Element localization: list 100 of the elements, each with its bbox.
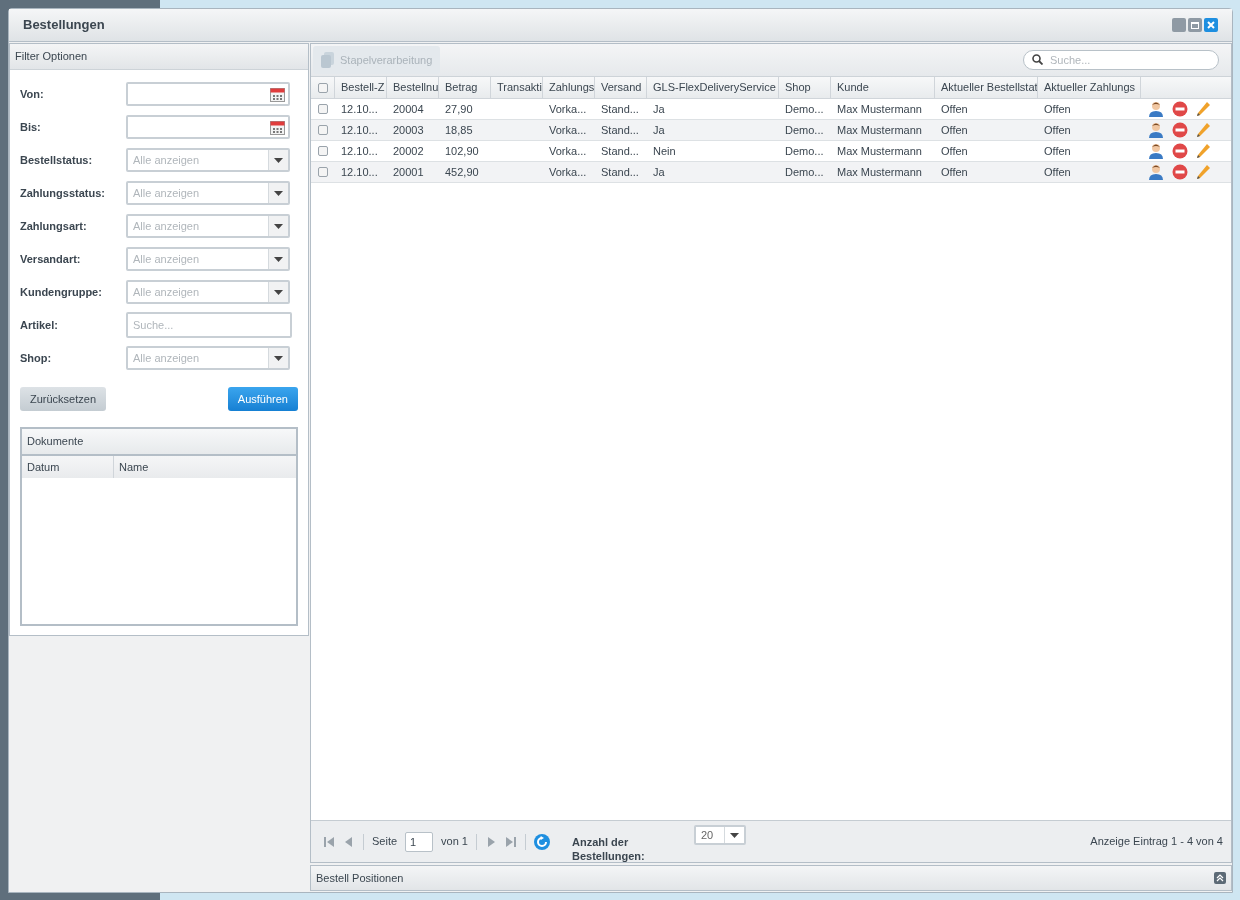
person-icon[interactable] [1148,122,1164,138]
panel-title: Filter Optionen [15,49,88,65]
column-header[interactable]: Transakti [497,79,542,96]
caret-icon [274,355,283,361]
remove-icon[interactable] [1172,143,1188,159]
checkbox[interactable] [318,125,328,135]
table-cell: Max Mustermann [837,144,922,157]
previous-page-icon[interactable] [343,835,355,848]
table-cell: 102,90 [445,144,479,157]
column-header[interactable]: Kunde [837,79,869,96]
table-cell: Max Mustermann [837,165,922,178]
column-header[interactable]: Betrag [445,79,478,96]
date-field[interactable] [126,82,290,106]
table-cell: Stand... [601,144,639,157]
table-cell: Ja [653,165,665,178]
table-cell: Demo... [785,144,824,157]
table-cell: Stand... [601,123,639,136]
dropdown-field[interactable]: 20 [694,825,746,845]
checkbox[interactable] [318,167,328,177]
table-cell: Nein [653,144,676,157]
table-cell: 20002 [393,144,424,157]
table-cell: Offen [1044,165,1071,178]
refresh-icon[interactable] [534,833,550,850]
column-header[interactable]: Aktueller Bestellstat [941,79,1037,96]
pencil-icon[interactable] [1196,143,1211,159]
calendar-icon[interactable] [270,86,285,102]
table-cell: Demo... [785,102,824,115]
caret-icon [274,157,283,163]
field-label: Versandart: [20,251,82,267]
caret-icon [730,832,739,838]
remove-icon[interactable] [1172,101,1188,117]
table-cell: Demo... [785,165,824,178]
field-label: Bestellstatus: [20,152,94,168]
panel-title: Dokumente [27,434,84,450]
panel-title: Bestell Positionen [316,870,404,886]
entry-summary: Anzeige Eintrag 1 - 4 von 4 [1090,834,1223,850]
checkbox[interactable] [317,82,328,93]
remove-icon[interactable] [1172,164,1188,180]
person-icon[interactable] [1148,101,1164,117]
table-cell: 20001 [393,165,424,178]
search-field[interactable]: Suche... [1023,50,1219,70]
table-cell: Offen [1044,102,1071,115]
reset-button[interactable]: Zurücksetzen [20,387,107,411]
table-cell: 20004 [393,102,424,115]
table-cell: 452,90 [445,165,479,178]
pencil-icon[interactable] [1196,164,1211,180]
table-cell: Offen [1044,123,1071,136]
table-cell: 12.10... [341,102,378,115]
field-label: Von: [20,86,45,102]
checkbox[interactable] [318,104,328,114]
column-header[interactable]: Zahlungs [549,79,594,96]
column-header[interactable]: GLS-FlexDeliveryService [653,79,776,96]
person-icon[interactable] [1148,143,1164,159]
field-label: Zahlungsstatus: [20,185,106,201]
first-page-icon[interactable] [323,835,335,848]
table-cell: Vorka... [549,144,587,157]
table-cell: Vorka... [549,123,587,136]
calendar-icon[interactable] [270,119,285,135]
close-icon[interactable] [1204,18,1218,32]
field-label: Shop: [20,350,53,366]
pencil-icon[interactable] [1196,101,1211,117]
table-cell: 27,90 [445,102,473,115]
search-icon [1032,54,1043,65]
count-label: Anzahl der Bestellungen: [572,834,646,863]
column-header[interactable]: Versand [601,79,642,96]
field-label: Zahlungsart: [20,218,88,234]
table-cell: 18,85 [445,123,473,136]
table-cell: 12.10... [341,144,378,157]
column-header[interactable]: Aktueller Zahlungs [1044,79,1136,96]
table-cell: Stand... [601,165,639,178]
table-cell: Offen [1044,144,1071,157]
expand-icon[interactable] [1214,872,1226,884]
caret-icon [274,190,283,196]
table-cell: Offen [941,123,968,136]
column-header[interactable]: Shop [785,79,811,96]
table-cell: Vorka... [549,165,587,178]
page-label: Seite [372,834,398,850]
table-cell: Ja [653,102,665,115]
caret-icon [274,289,283,295]
table-cell: 20003 [393,123,424,136]
date-field[interactable] [126,115,290,139]
next-page-icon[interactable] [485,835,497,848]
table-cell: Vorka... [549,102,587,115]
maximize-icon[interactable] [1188,18,1202,32]
last-page-icon[interactable] [505,835,517,848]
column-header[interactable]: Bestellnu [393,79,438,96]
checkbox[interactable] [318,146,328,156]
page-field[interactable]: 1 [405,831,434,852]
column-header[interactable]: Name [114,456,296,478]
column-header[interactable]: Datum [22,456,114,478]
caret-icon [274,256,283,262]
column-header[interactable]: Bestell-Z [341,79,385,96]
search-field[interactable]: Suche... [126,312,292,338]
field-label: Kundengruppe: [20,284,103,300]
table-cell: 12.10... [341,165,378,178]
table-cell: Demo... [785,123,824,136]
person-icon[interactable] [1148,164,1164,180]
pencil-icon[interactable] [1196,122,1211,138]
table-cell: Offen [941,102,968,115]
remove-icon[interactable] [1172,122,1188,138]
